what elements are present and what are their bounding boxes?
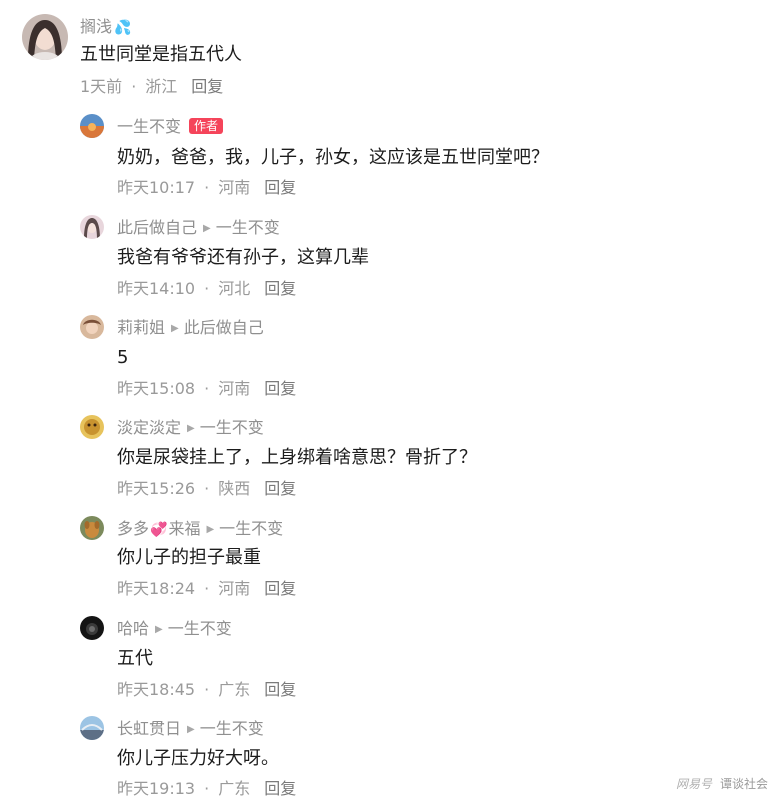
location: 广东 bbox=[218, 680, 251, 699]
reply-button[interactable]: 回复 bbox=[264, 779, 296, 798]
username[interactable]: 多多💞来福 ▶ 一生不变 bbox=[117, 519, 283, 540]
reply-to-user[interactable]: 一生不变 bbox=[216, 218, 280, 237]
username[interactable]: 淡定淡定 ▶ 一生不变 bbox=[117, 418, 264, 439]
timestamp: 昨天14:10 bbox=[117, 279, 196, 298]
location: 河南 bbox=[218, 579, 251, 598]
username[interactable]: 一生不变 作者 bbox=[117, 117, 224, 137]
reply-button[interactable]: 回复 bbox=[191, 77, 223, 96]
reply-arrow-icon: ▶ bbox=[206, 524, 215, 535]
username[interactable]: 此后做自己 ▶ 一生不变 bbox=[117, 218, 280, 239]
avatar[interactable] bbox=[80, 215, 104, 239]
reply-arrow-icon: ▶ bbox=[203, 223, 211, 234]
comment-text: 5 bbox=[117, 347, 129, 368]
author-badge: 作者 bbox=[189, 118, 224, 134]
timestamp: 昨天19:13 bbox=[117, 779, 196, 798]
heart-emoji-icon: 💞 bbox=[150, 522, 168, 538]
reply-arrow-icon: ▶ bbox=[187, 423, 195, 434]
reply-to-user[interactable]: 一生不变 bbox=[219, 519, 283, 538]
location: 河南 bbox=[218, 379, 251, 398]
comment-meta: 昨天15:26 · 陕西 回复 bbox=[117, 479, 297, 498]
avatar[interactable] bbox=[80, 114, 104, 138]
comment-text: 你是尿袋挂上了，上身绑着啥意思？骨折了？ bbox=[117, 447, 477, 468]
avatar[interactable] bbox=[80, 716, 104, 740]
reply-to-user[interactable]: 一生不变 bbox=[200, 418, 264, 437]
location: 河南 bbox=[218, 178, 251, 197]
splash-emoji-icon: 💦 bbox=[114, 20, 132, 36]
comment-meta: 昨天18:45 · 广东 回复 bbox=[117, 680, 297, 699]
reply-arrow-icon: ▶ bbox=[171, 323, 179, 334]
reply-button[interactable]: 回复 bbox=[264, 680, 296, 699]
username[interactable]: 搁浅 💦 bbox=[80, 17, 131, 38]
timestamp: 1天前 bbox=[80, 77, 123, 96]
location: 河北 bbox=[218, 279, 251, 298]
watermark-text: 谭谈社会 bbox=[719, 777, 768, 791]
location: 浙江 bbox=[145, 77, 178, 96]
reply-to-user[interactable]: 一生不变 bbox=[168, 619, 232, 638]
timestamp: 昨天15:08 bbox=[117, 379, 196, 398]
comment-text: 奶奶，爸爸，我，儿子，孙女，这应该是五世同堂吧？ bbox=[117, 147, 549, 168]
comment-text: 你儿子压力好大呀。 bbox=[117, 748, 279, 769]
reply-to-user[interactable]: 一生不变 bbox=[200, 719, 264, 738]
username[interactable]: 莉莉姐 ▶ 此后做自己 bbox=[117, 318, 264, 339]
location: 陕西 bbox=[218, 479, 251, 498]
comment-text: 五代 bbox=[117, 648, 153, 669]
avatar[interactable] bbox=[80, 516, 104, 540]
timestamp: 昨天10:17 bbox=[117, 178, 196, 197]
watermark-logo: 网易号 bbox=[675, 777, 712, 791]
comment-meta: 昨天18:24 · 河南 回复 bbox=[117, 579, 297, 598]
reply-button[interactable]: 回复 bbox=[264, 279, 296, 298]
comment-thread: 搁浅 💦 五世同堂是指五代人 1天前 · 浙江 回复 一生不变 作者 奶奶，爸爸，我，儿子… bbox=[0, 0, 778, 800]
username[interactable]: 哈哈 ▶ 一生不变 bbox=[117, 619, 232, 640]
comment-text: 五世同堂是指五代人 bbox=[80, 44, 242, 65]
comment-meta: 昨天10:17 · 河南 回复 bbox=[117, 178, 297, 197]
avatar[interactable] bbox=[80, 315, 104, 339]
comment-meta: 昨天14:10 · 河北 回复 bbox=[117, 279, 297, 298]
watermark: 网易号 谭谈社会 bbox=[676, 775, 768, 792]
reply-button[interactable]: 回复 bbox=[264, 579, 296, 598]
timestamp: 昨天18:45 bbox=[117, 680, 196, 699]
comment-meta: 昨天19:13 · 广东 回复 bbox=[117, 779, 297, 798]
reply-button[interactable]: 回复 bbox=[264, 479, 296, 498]
comment-text: 我爸有爷爷还有孙子，这算几辈 bbox=[117, 247, 369, 268]
avatar[interactable] bbox=[22, 14, 68, 60]
reply-to-user[interactable]: 此后做自己 bbox=[184, 318, 264, 337]
avatar[interactable] bbox=[80, 415, 104, 439]
location: 广东 bbox=[218, 779, 251, 798]
comment-text: 你儿子的担子最重 bbox=[117, 547, 261, 568]
reply-arrow-icon: ▶ bbox=[187, 724, 195, 735]
timestamp: 昨天18:24 bbox=[117, 579, 196, 598]
comment-meta: 1天前 · 浙江 回复 bbox=[80, 77, 224, 96]
username[interactable]: 长虹贯日 ▶ 一生不变 bbox=[117, 719, 264, 740]
timestamp: 昨天15:26 bbox=[117, 479, 196, 498]
comment-meta: 昨天15:08 · 河南 回复 bbox=[117, 379, 297, 398]
reply-button[interactable]: 回复 bbox=[264, 178, 296, 197]
reply-arrow-icon: ▶ bbox=[155, 624, 163, 635]
reply-button[interactable]: 回复 bbox=[264, 379, 296, 398]
avatar[interactable] bbox=[80, 616, 104, 640]
